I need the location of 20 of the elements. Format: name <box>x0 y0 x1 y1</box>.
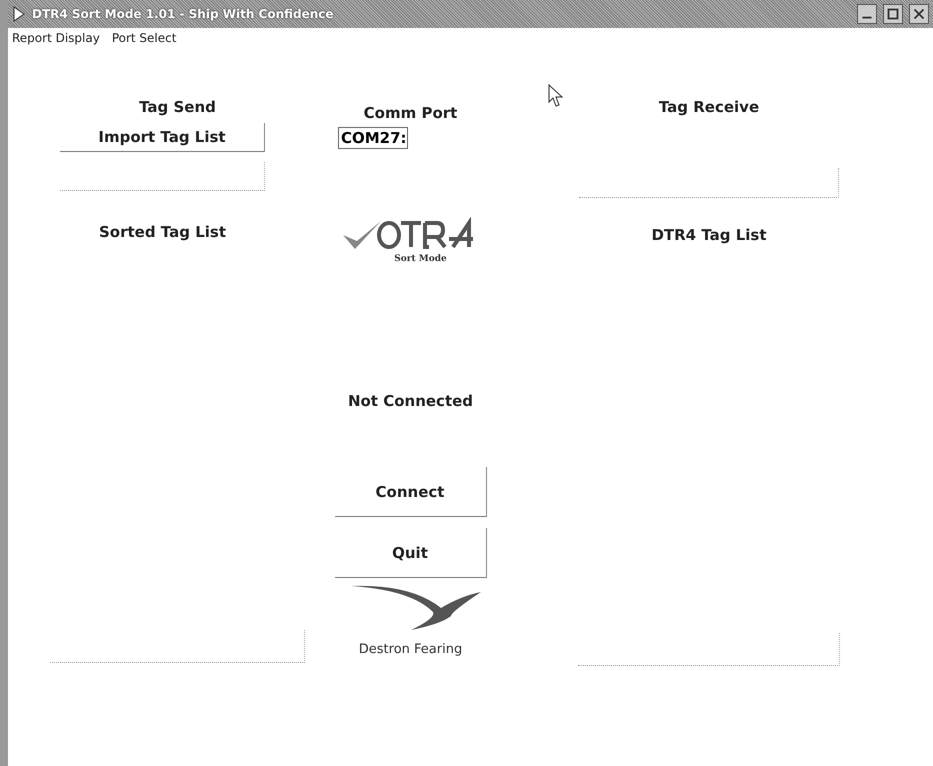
section-title: Tag Send <box>139 98 216 116</box>
menu-item[interactable]: Report Display <box>12 31 100 45</box>
minimize-icon[interactable] <box>857 4 877 24</box>
list-title: DTR4 Tag List <box>651 226 767 244</box>
action-button[interactable]: Connect <box>334 467 486 517</box>
company-name: Destron Fearing <box>358 642 462 657</box>
section-title: Tag Receive <box>658 98 760 116</box>
app-icon <box>12 5 26 23</box>
logo-subtitle: Sort Mode <box>394 254 447 264</box>
port-dropdown[interactable]: COM27: <box>338 127 408 149</box>
maximize-icon[interactable] <box>883 4 903 24</box>
action-button[interactable]: Quit <box>334 528 486 578</box>
close-icon[interactable] <box>909 4 929 24</box>
status-text: Not Connected <box>348 392 474 410</box>
menu-item[interactable]: Port Select <box>112 31 176 45</box>
window-title: DTR4 Sort Mode 1.01 - Ship With Confidence <box>32 7 334 21</box>
action-button[interactable]: Import Tag List <box>60 123 265 152</box>
mouse-cursor-icon <box>548 84 564 108</box>
list-title: Sorted Tag List <box>99 223 226 241</box>
field-label: Comm Port <box>364 104 458 122</box>
